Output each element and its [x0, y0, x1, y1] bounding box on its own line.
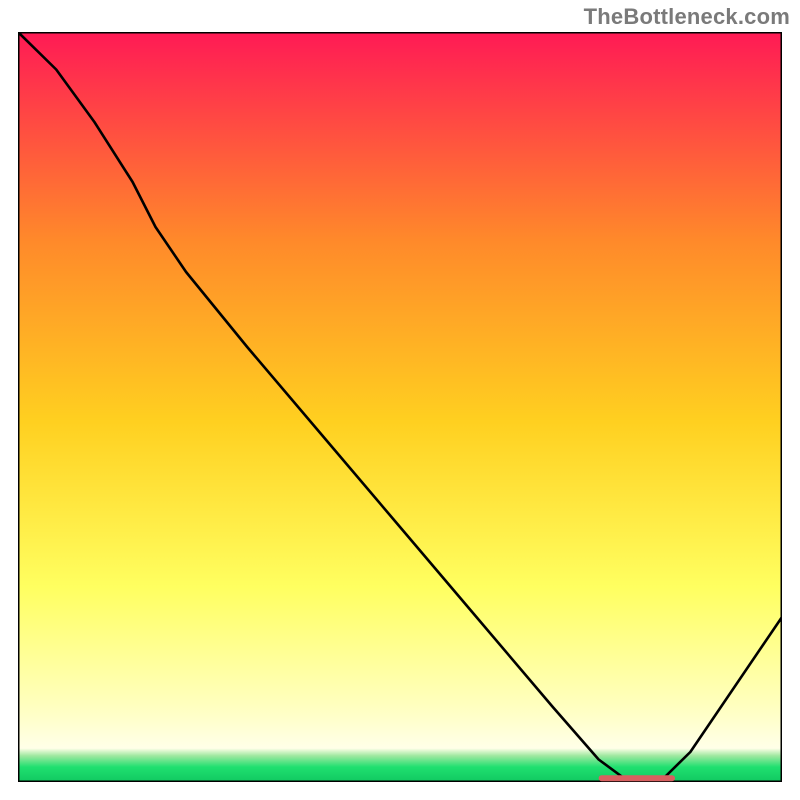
attribution-text: TheBottleneck.com	[584, 4, 790, 30]
plot-area	[18, 32, 782, 782]
optimal-zone-marker	[599, 775, 675, 781]
chart-container: TheBottleneck.com	[0, 0, 800, 800]
gradient-background	[18, 32, 782, 782]
chart-svg	[18, 32, 782, 782]
